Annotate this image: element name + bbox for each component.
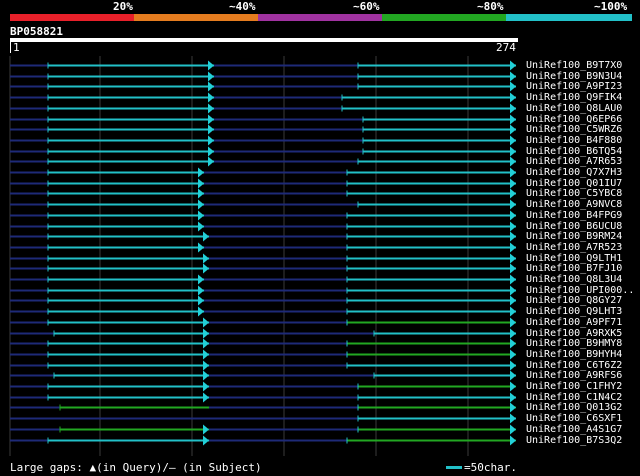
hit-right-arrow bbox=[510, 221, 516, 232]
hit-left-arrow bbox=[203, 370, 209, 381]
hit-left-arrow bbox=[198, 188, 204, 199]
hit-right-arrow bbox=[510, 435, 516, 446]
hit-left-arrow bbox=[198, 221, 204, 232]
hit-right-arrow bbox=[510, 135, 516, 146]
hit-right-arrow bbox=[510, 413, 516, 424]
hit-left-arrow bbox=[203, 317, 209, 328]
scale-legend-bar bbox=[446, 466, 462, 469]
hit-right-arrow bbox=[510, 285, 516, 296]
hit-left-arrow bbox=[203, 338, 209, 349]
hit-left-arrow bbox=[198, 274, 204, 285]
hit-right-arrow bbox=[510, 306, 516, 317]
hit-left-arrow bbox=[198, 285, 204, 296]
hit-label[interactable]: UniRef100_A9RFS6 bbox=[526, 370, 622, 381]
hit-right-arrow bbox=[510, 253, 516, 264]
hit-label[interactable]: UniRef100_Q7X7H3 bbox=[526, 167, 622, 178]
hit-label[interactable]: UniRef100_B7FJ10 bbox=[526, 263, 622, 274]
hit-left-arrow bbox=[203, 349, 209, 360]
hit-left-arrow bbox=[208, 92, 214, 103]
hit-left-arrow bbox=[203, 253, 209, 264]
hit-label[interactable]: UniRef100_Q8GY27 bbox=[526, 295, 622, 306]
hit-label[interactable]: UniRef100_B9T7X0 bbox=[526, 60, 622, 71]
hit-right-arrow bbox=[510, 263, 516, 274]
hit-label[interactable]: UniRef100_B9RM24 bbox=[526, 231, 622, 242]
hit-right-arrow bbox=[510, 178, 516, 189]
hit-left-arrow bbox=[198, 295, 204, 306]
hit-left-arrow bbox=[203, 392, 209, 403]
hit-right-arrow bbox=[510, 370, 516, 381]
hit-label[interactable]: UniRef100_A7R653 bbox=[526, 156, 622, 167]
hit-label[interactable]: UniRef100_Q8LAU0 bbox=[526, 103, 622, 114]
hit-right-arrow bbox=[510, 114, 516, 125]
hit-left-arrow bbox=[208, 71, 214, 82]
hit-label[interactable]: UniRef100_C5YBC8 bbox=[526, 188, 622, 199]
hit-right-arrow bbox=[510, 402, 516, 413]
scale-legend-text: =50char. bbox=[464, 461, 517, 474]
hit-label[interactable]: UniRef100_C6SXF1 bbox=[526, 413, 622, 424]
hit-right-arrow bbox=[510, 349, 516, 360]
hit-right-arrow bbox=[510, 317, 516, 328]
hit-label[interactable]: UniRef100_A9NVC8 bbox=[526, 199, 622, 210]
hit-left-arrow bbox=[198, 178, 204, 189]
hit-left-arrow bbox=[208, 114, 214, 125]
hit-right-arrow bbox=[510, 146, 516, 157]
hit-label[interactable]: UniRef100_C1FHY2 bbox=[526, 381, 622, 392]
hit-left-arrow bbox=[208, 103, 214, 114]
hit-right-arrow bbox=[510, 360, 516, 371]
hit-label[interactable]: UniRef100_Q8L3U4 bbox=[526, 274, 622, 285]
hit-label[interactable]: UniRef100_B4F880 bbox=[526, 135, 622, 146]
hit-right-arrow bbox=[510, 328, 516, 339]
hit-label[interactable]: UniRef100_B9HYH4 bbox=[526, 349, 622, 360]
hit-right-arrow bbox=[510, 60, 516, 71]
hit-label[interactable]: UniRef100_A9PI23 bbox=[526, 81, 622, 92]
hit-label[interactable]: UniRef100_A7R523 bbox=[526, 242, 622, 253]
hit-right-arrow bbox=[510, 167, 516, 178]
hit-left-arrow bbox=[208, 124, 214, 135]
hit-left-arrow bbox=[208, 135, 214, 146]
hit-label[interactable]: UniRef100_Q9LHT3 bbox=[526, 306, 622, 317]
hit-right-arrow bbox=[510, 392, 516, 403]
hit-left-arrow bbox=[208, 146, 214, 157]
hit-right-arrow bbox=[510, 71, 516, 82]
hit-right-arrow bbox=[510, 381, 516, 392]
hit-left-arrow bbox=[203, 381, 209, 392]
hit-label[interactable]: UniRef100_A4S1G7 bbox=[526, 424, 622, 435]
hit-right-arrow bbox=[510, 156, 516, 167]
hit-left-arrow bbox=[203, 424, 209, 435]
hit-right-arrow bbox=[510, 199, 516, 210]
hit-left-arrow bbox=[208, 60, 214, 71]
hit-left-arrow bbox=[208, 156, 214, 167]
hit-label[interactable]: UniRef100_C5WRZ6 bbox=[526, 124, 622, 135]
hit-right-arrow bbox=[510, 338, 516, 349]
hit-label[interactable]: UniRef100_Q9FIK4 bbox=[526, 92, 622, 103]
hit-right-arrow bbox=[510, 424, 516, 435]
hit-right-arrow bbox=[510, 295, 516, 306]
hit-right-arrow bbox=[510, 231, 516, 242]
large-gaps-legend: Large gaps: ▲(in Query)/– (in Subject) bbox=[10, 461, 262, 474]
hit-left-arrow bbox=[203, 263, 209, 274]
hit-left-arrow bbox=[198, 242, 204, 253]
hit-label[interactable]: UniRef100_B9HMY8 bbox=[526, 338, 622, 349]
hit-left-arrow bbox=[198, 210, 204, 221]
hit-label[interactable]: UniRef100_B4FPG9 bbox=[526, 210, 622, 221]
hit-left-arrow bbox=[198, 306, 204, 317]
hit-right-arrow bbox=[510, 274, 516, 285]
hit-right-arrow bbox=[510, 188, 516, 199]
hit-right-arrow bbox=[510, 92, 516, 103]
hit-label[interactable]: UniRef100_A9PF71 bbox=[526, 317, 622, 328]
hit-left-arrow bbox=[198, 199, 204, 210]
hit-right-arrow bbox=[510, 210, 516, 221]
hit-right-arrow bbox=[510, 242, 516, 253]
hit-left-arrow bbox=[203, 231, 209, 242]
hit-label[interactable]: UniRef100_Q013G2 bbox=[526, 402, 622, 413]
hit-left-arrow bbox=[203, 360, 209, 371]
hit-label[interactable]: UniRef100_B7S3Q2 bbox=[526, 435, 622, 446]
hit-right-arrow bbox=[510, 81, 516, 92]
hit-left-arrow bbox=[203, 435, 209, 446]
hit-left-arrow bbox=[203, 328, 209, 339]
hit-right-arrow bbox=[510, 103, 516, 114]
hit-left-arrow bbox=[198, 167, 204, 178]
hit-right-arrow bbox=[510, 124, 516, 135]
hit-left-arrow bbox=[208, 81, 214, 92]
